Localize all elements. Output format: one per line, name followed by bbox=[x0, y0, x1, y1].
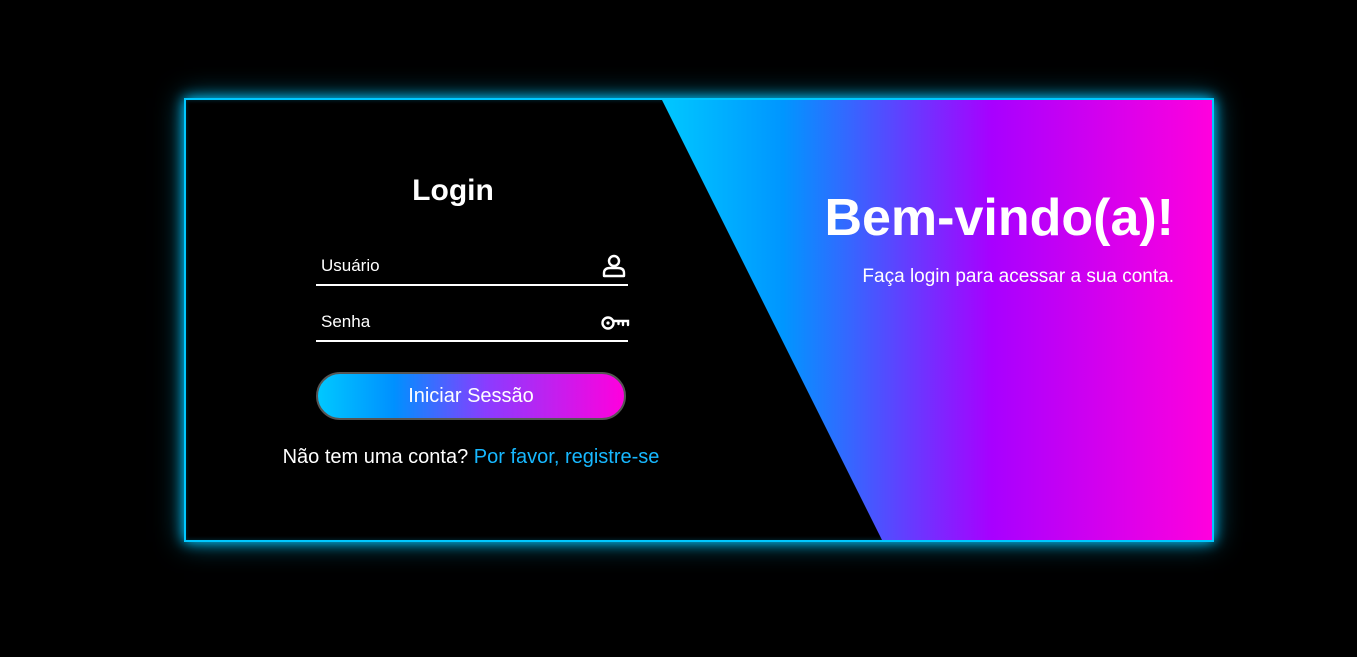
username-input[interactable] bbox=[316, 248, 591, 284]
password-input[interactable] bbox=[316, 304, 591, 340]
key-icon bbox=[600, 310, 630, 334]
username-field bbox=[316, 248, 628, 286]
signup-prompt: Não tem uma conta? Por favor, registre-s… bbox=[246, 446, 696, 469]
welcome-title: Bem-vindo(a)! bbox=[824, 189, 1174, 247]
login-card: Login Iniciar Sessão Não tem uma conta? … bbox=[184, 98, 1214, 542]
signup-text: Não tem uma conta? bbox=[282, 446, 469, 468]
register-link[interactable]: Por favor, registre-se bbox=[474, 446, 660, 468]
password-field bbox=[316, 304, 630, 342]
user-icon bbox=[600, 254, 628, 278]
welcome-subtitle: Faça login para acessar a sua conta. bbox=[862, 266, 1174, 287]
login-button[interactable]: Iniciar Sessão bbox=[316, 372, 626, 420]
login-title: Login bbox=[412, 174, 494, 207]
